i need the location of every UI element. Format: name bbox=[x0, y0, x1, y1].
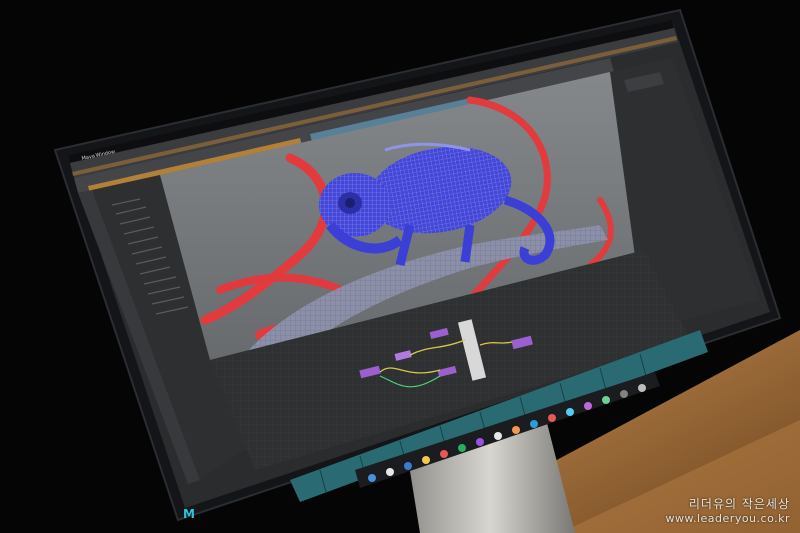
watermark-url: www.leaderyou.co.kr bbox=[665, 512, 790, 525]
watermark: 리더유의 작은세상 www.leaderyou.co.kr bbox=[666, 495, 791, 525]
watermark-title: 리더유의 작은세상 bbox=[688, 497, 790, 511]
maya-logo-icon: M bbox=[183, 507, 195, 521]
monitor-photo: Maya Window M bbox=[53, 8, 800, 533]
